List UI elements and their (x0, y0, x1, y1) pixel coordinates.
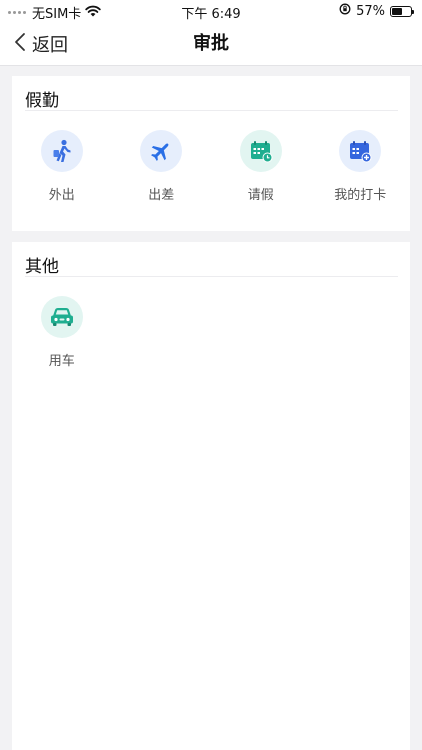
business-trip-item[interactable]: 出差 (112, 130, 212, 203)
chevron-left-icon (14, 32, 26, 56)
orientation-lock-icon (339, 3, 351, 19)
vehicle-item[interactable]: 用车 (12, 296, 112, 369)
back-label: 返回 (32, 35, 68, 56)
car-icon (40, 296, 83, 338)
section-title: 其他 (25, 257, 59, 277)
attendance-grid: 外出 出差 请假 我的打卡 (12, 130, 410, 203)
divider (25, 276, 398, 277)
go-out-item[interactable]: 外出 (12, 130, 112, 203)
go-out-label: 外出 (48, 188, 75, 203)
section-other: 其他 用车 (12, 242, 410, 750)
walking-person-icon (40, 130, 83, 172)
section-title: 假勤 (25, 91, 59, 111)
status-bar: 无SIM卡 下午 6:49 57% (0, 0, 422, 22)
back-button[interactable]: 返回 (14, 22, 68, 66)
my-punch-label: 我的打卡 (334, 188, 387, 203)
other-grid: 用车 (12, 296, 410, 369)
business-trip-label: 出差 (148, 188, 175, 203)
leave-item[interactable]: 请假 (211, 130, 311, 203)
divider (25, 110, 398, 111)
punch-card-icon (339, 130, 382, 172)
navigation-bar: 返回 审批 (0, 22, 422, 66)
status-right: 57% (339, 3, 414, 19)
battery-percent: 57% (356, 3, 385, 19)
battery-icon (390, 5, 414, 17)
calendar-clock-icon (239, 130, 282, 172)
airplane-icon (140, 130, 183, 172)
my-punch-item[interactable]: 我的打卡 (311, 130, 411, 203)
section-attendance: 假勤 外出 出差 请假 我的打卡 (12, 76, 410, 231)
leave-label: 请假 (247, 188, 274, 203)
vehicle-label: 用车 (48, 354, 75, 369)
